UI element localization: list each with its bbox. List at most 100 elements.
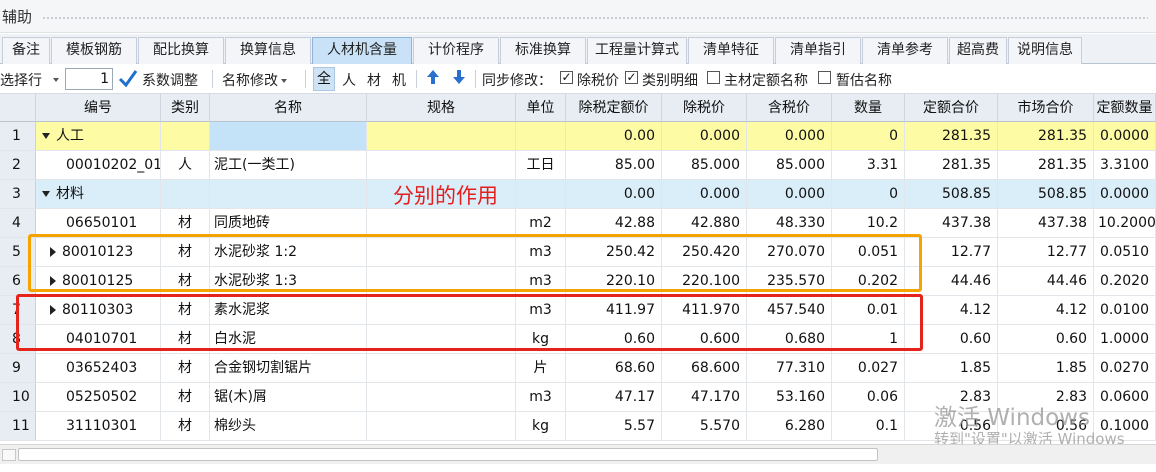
cell-t2[interactable]: 4.12 bbox=[998, 296, 1094, 325]
row-number-input[interactable]: 1 bbox=[65, 68, 113, 90]
cell-cat[interactable] bbox=[161, 180, 210, 209]
column-header[interactable]: 除税定额价 bbox=[566, 94, 662, 122]
cell-t2[interactable]: 508.85 bbox=[998, 180, 1094, 209]
sync-tax-excl-price-checkbox[interactable]: ✓ bbox=[560, 71, 573, 84]
horizontal-scrollbar[interactable] bbox=[0, 444, 1156, 464]
cell-p3[interactable]: 6.280 bbox=[747, 412, 832, 441]
cell-p2[interactable]: 0.000 bbox=[662, 122, 747, 151]
cell-code[interactable]: 00010202_01 bbox=[36, 151, 161, 180]
row-number[interactable]: 10 bbox=[0, 383, 36, 412]
row-number[interactable]: 1 bbox=[0, 122, 36, 151]
column-header[interactable]: 编号 bbox=[36, 94, 161, 122]
cell-code[interactable]: 人工 bbox=[36, 122, 161, 151]
cell-name[interactable] bbox=[210, 180, 367, 209]
cell-p2[interactable]: 5.570 bbox=[662, 412, 747, 441]
filter-material-button[interactable]: 材 bbox=[367, 70, 381, 90]
filter-machine-button[interactable]: 机 bbox=[392, 70, 406, 90]
cell-p2[interactable]: 68.600 bbox=[662, 354, 747, 383]
column-header[interactable]: 类别 bbox=[161, 94, 210, 122]
cell-t2[interactable]: 281.35 bbox=[998, 151, 1094, 180]
cell-unit[interactable] bbox=[516, 180, 566, 209]
cell-unit[interactable]: 工日 bbox=[516, 151, 566, 180]
cell-qty[interactable]: 0 bbox=[832, 180, 905, 209]
collapse-triangle-icon[interactable] bbox=[42, 191, 50, 197]
column-header[interactable]: 单位 bbox=[516, 94, 566, 122]
cell-t1[interactable]: 508.85 bbox=[905, 180, 998, 209]
cell-cat[interactable]: 材 bbox=[161, 383, 210, 412]
tab-0[interactable]: 备注 bbox=[2, 37, 50, 64]
tab-10[interactable]: 清单参考 bbox=[862, 37, 948, 64]
cell-p3[interactable]: 53.160 bbox=[747, 383, 832, 412]
tab-3[interactable]: 换算信息 bbox=[225, 37, 311, 64]
cell-p2[interactable]: 47.170 bbox=[662, 383, 747, 412]
cell-q2[interactable]: 1.0000 bbox=[1094, 325, 1156, 354]
cell-q2[interactable]: 0.0270 bbox=[1094, 354, 1156, 383]
table-row[interactable]: 903652403材合金钢切割锯片片68.6068.60077.3100.027… bbox=[0, 354, 1156, 383]
cell-p1[interactable]: 5.57 bbox=[566, 412, 662, 441]
grid-corner[interactable] bbox=[0, 94, 36, 122]
cell-p3[interactable]: 0.000 bbox=[747, 122, 832, 151]
cell-unit[interactable]: 片 bbox=[516, 354, 566, 383]
cell-p1[interactable]: 0.00 bbox=[566, 122, 662, 151]
cell-p2[interactable]: 0.000 bbox=[662, 180, 747, 209]
column-header[interactable]: 市场合价 bbox=[998, 94, 1094, 122]
cell-spec[interactable] bbox=[367, 383, 516, 412]
cell-cat[interactable]: 材 bbox=[161, 354, 210, 383]
cell-p1[interactable]: 68.60 bbox=[566, 354, 662, 383]
cell-code[interactable]: 31110301 bbox=[36, 412, 161, 441]
collapse-triangle-icon[interactable] bbox=[42, 133, 50, 139]
cell-qty[interactable]: 3.31 bbox=[832, 151, 905, 180]
cell-t1[interactable]: 1.85 bbox=[905, 354, 998, 383]
cell-cat[interactable]: 人 bbox=[161, 151, 210, 180]
cell-p3[interactable]: 0.000 bbox=[747, 180, 832, 209]
cell-code[interactable]: 材料 bbox=[36, 180, 161, 209]
tab-1[interactable]: 模板钢筋 bbox=[51, 37, 137, 64]
cell-p2[interactable]: 85.000 bbox=[662, 151, 747, 180]
table-row[interactable]: 3材料0.000.0000.0000508.85508.850.0000 bbox=[0, 180, 1156, 209]
column-header[interactable]: 名称 bbox=[210, 94, 367, 122]
column-header[interactable]: 定额数量 bbox=[1094, 94, 1156, 122]
column-header[interactable]: 定额合价 bbox=[905, 94, 998, 122]
cell-q2[interactable]: 0.0000 bbox=[1094, 180, 1156, 209]
cell-unit[interactable]: m3 bbox=[516, 383, 566, 412]
cell-spec[interactable] bbox=[367, 412, 516, 441]
cell-q2[interactable]: 10.2000 bbox=[1094, 209, 1156, 238]
cell-q2[interactable]: 3.3100 bbox=[1094, 151, 1156, 180]
column-header[interactable]: 规格 bbox=[367, 94, 516, 122]
cell-cat[interactable] bbox=[161, 122, 210, 151]
move-up-icon[interactable] bbox=[426, 69, 440, 89]
coefficient-adjust-button[interactable]: 系数调整 bbox=[142, 70, 198, 90]
scrollbar-thumb[interactable] bbox=[18, 448, 878, 461]
cell-t1[interactable]: 281.35 bbox=[905, 122, 998, 151]
cell-name[interactable]: 棉纱头 bbox=[210, 412, 367, 441]
name-modify-dropdown[interactable]: 名称修改 bbox=[222, 70, 287, 90]
tab-5[interactable]: 计价程序 bbox=[413, 37, 499, 64]
table-row[interactable]: 1人工0.000.0000.0000281.35281.350.0000 bbox=[0, 122, 1156, 151]
cell-unit[interactable] bbox=[516, 122, 566, 151]
tab-4[interactable]: 人材机含量 bbox=[312, 37, 412, 64]
sync-category-detail-checkbox[interactable]: ✓ bbox=[625, 71, 638, 84]
row-number[interactable]: 2 bbox=[0, 151, 36, 180]
cell-qty[interactable]: 0.06 bbox=[832, 383, 905, 412]
cell-code[interactable]: 05250502 bbox=[36, 383, 161, 412]
filter-labor-button[interactable]: 人 bbox=[342, 70, 356, 90]
row-number[interactable]: 3 bbox=[0, 180, 36, 209]
cell-spec[interactable] bbox=[367, 354, 516, 383]
cell-cat[interactable]: 材 bbox=[161, 412, 210, 441]
column-header[interactable]: 数量 bbox=[832, 94, 905, 122]
cell-q2[interactable]: 0.2020 bbox=[1094, 267, 1156, 296]
cell-name[interactable]: 泥工(一类工) bbox=[210, 151, 367, 180]
cell-t2[interactable]: 44.46 bbox=[998, 267, 1094, 296]
cell-p1[interactable]: 0.00 bbox=[566, 180, 662, 209]
column-header[interactable]: 含税价 bbox=[747, 94, 832, 122]
cell-q2[interactable]: 0.0100 bbox=[1094, 296, 1156, 325]
cell-t2[interactable]: 437.38 bbox=[998, 209, 1094, 238]
cell-qty[interactable]: 0.1 bbox=[832, 412, 905, 441]
cell-p3[interactable]: 77.310 bbox=[747, 354, 832, 383]
sync-estimate-name-checkbox[interactable] bbox=[818, 71, 831, 84]
tab-7[interactable]: 工程量计算式 bbox=[587, 37, 687, 64]
move-down-icon[interactable] bbox=[452, 69, 466, 89]
cell-t1[interactable]: 281.35 bbox=[905, 151, 998, 180]
tab-11[interactable]: 超高费 bbox=[949, 37, 1007, 64]
cell-t2[interactable]: 12.77 bbox=[998, 238, 1094, 267]
